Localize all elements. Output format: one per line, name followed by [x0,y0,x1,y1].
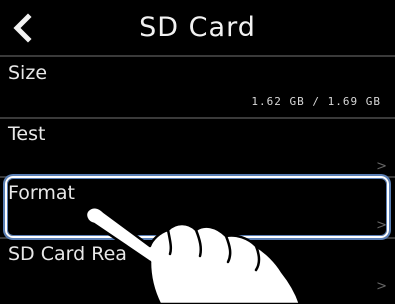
menu-item-label: SD Card Rea [8,243,127,265]
divider [0,55,395,57]
sd-card-screen: SD Card Size 1.62 GB / 1.69 GB Test > Fo… [0,0,395,304]
header-bar: SD Card [0,0,395,56]
chevron-right-icon: > [376,218,387,233]
menu-item-sd-card-reader[interactable]: SD Card Rea > [0,239,395,299]
chevron-right-icon: > [376,279,387,294]
menu-item-label: Format [8,182,75,204]
chevron-right-icon: > [376,159,387,174]
size-value: 1.62 GB / 1.69 GB [251,95,381,108]
menu-item-test[interactable]: Test > [0,119,395,179]
menu-item-label: Test [8,123,46,145]
menu-item-size: Size 1.62 GB / 1.69 GB [0,58,395,118]
menu-item-format[interactable]: Format > [0,178,395,238]
menu-item-label: Size [8,62,48,84]
page-title: SD Card [139,12,256,43]
